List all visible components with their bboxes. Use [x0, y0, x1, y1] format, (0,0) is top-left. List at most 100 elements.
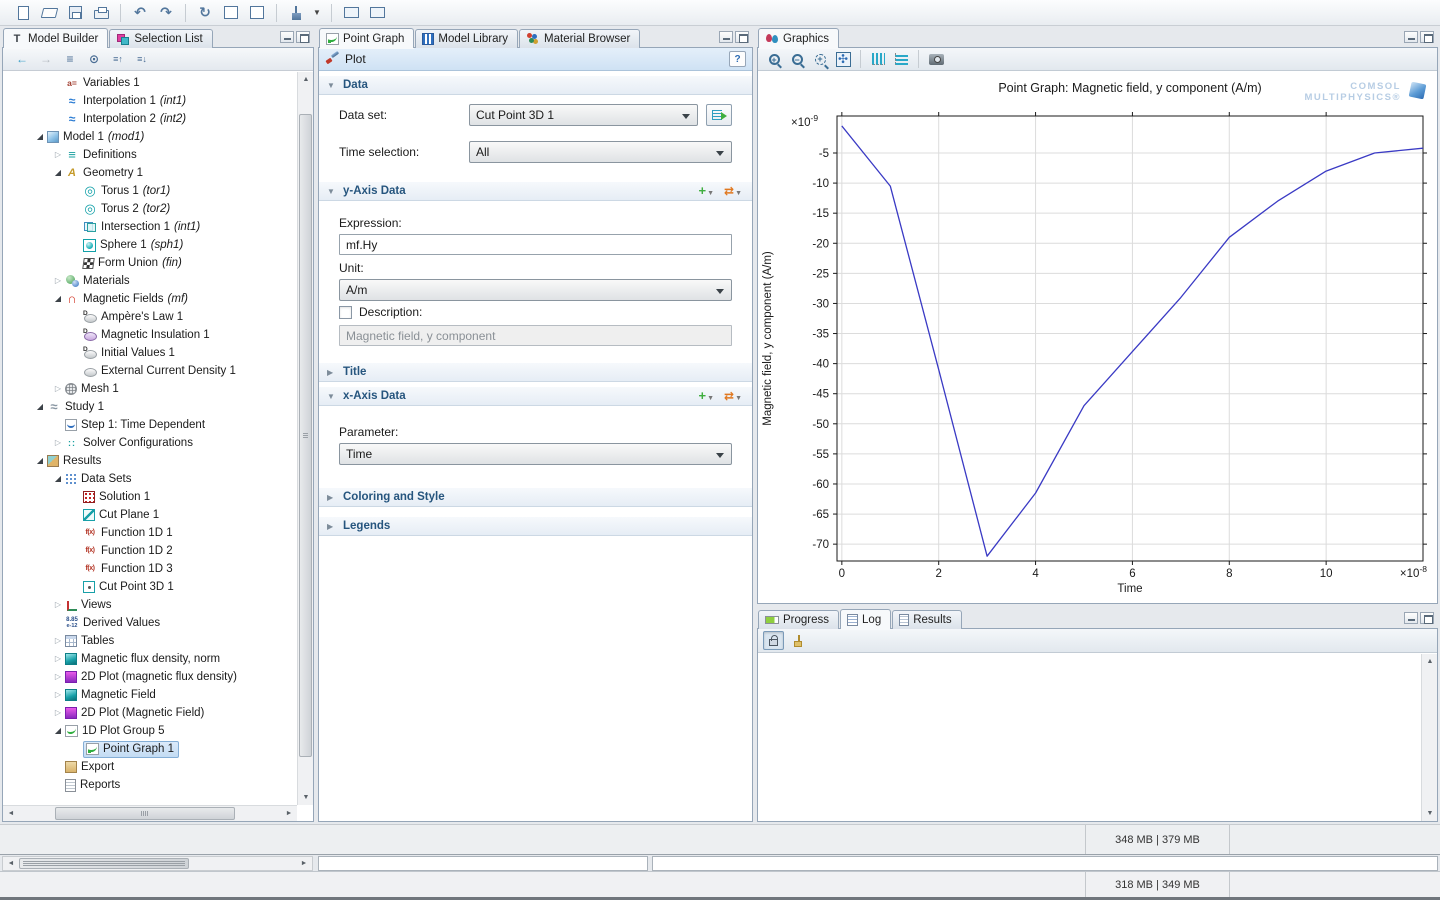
section-title-collapsed[interactable]: ▶ Title: [319, 362, 752, 382]
expand-icon[interactable]: ▷: [51, 632, 65, 650]
tree-item-geometry-1[interactable]: ◢Geometry 1: [3, 164, 297, 182]
external-1-button[interactable]: [340, 2, 362, 24]
tree-item-export[interactable]: Export: [3, 758, 297, 776]
zoom-extents-icon[interactable]: ✣: [833, 49, 853, 69]
tree-item-derived-values[interactable]: Derived Values: [3, 614, 297, 632]
back-icon[interactable]: ←: [11, 49, 33, 69]
tab-selection-list[interactable]: Selection List: [109, 29, 212, 48]
expand-icon[interactable]: ▷: [51, 650, 65, 668]
section-data[interactable]: ▼ Data: [319, 75, 752, 95]
log-output[interactable]: [758, 654, 1421, 821]
tree-item-materials[interactable]: ▷Materials: [3, 272, 297, 290]
add-expression-icon[interactable]: +▼: [698, 389, 714, 403]
expand-icon[interactable]: ▷: [51, 686, 65, 704]
save-button[interactable]: [64, 2, 86, 24]
tree-item-cut-point-3d-1[interactable]: Cut Point 3D 1: [3, 578, 297, 596]
tab-graphics[interactable]: Graphics: [758, 28, 839, 48]
tab-results[interactable]: Results: [892, 610, 961, 629]
tree-item-model-1[interactable]: ◢Model 1(mod1): [3, 128, 297, 146]
collapse-icon[interactable]: ◢: [51, 722, 65, 740]
collapse-icon[interactable]: ◢: [51, 290, 65, 308]
tree-item-intersection-1[interactable]: Intersection 1(int1): [3, 218, 297, 236]
clear-caret-button[interactable]: ▼: [311, 2, 323, 24]
tree-item-magnetic-insulation-1[interactable]: Magnetic Insulation 1: [3, 326, 297, 344]
redo-button[interactable]: [155, 2, 177, 24]
section-y-axis-data[interactable]: ▼ y-Axis Data +▼ ⇄▼: [319, 181, 752, 201]
tree-item-function-1d-3[interactable]: Function 1D 3: [3, 560, 297, 578]
documentation-button[interactable]: [246, 2, 268, 24]
undo-button[interactable]: [129, 2, 151, 24]
tree-item-initial-values-1[interactable]: Initial Values 1: [3, 344, 297, 362]
new-file-button[interactable]: [12, 2, 34, 24]
scroll-down-icon[interactable]: ▼: [298, 790, 314, 805]
clear-button[interactable]: [285, 2, 307, 24]
add-expression-icon[interactable]: +▼: [698, 184, 714, 198]
tree-item-external-current-density-1[interactable]: External Current Density 1: [3, 362, 297, 380]
tree-item-function-1d-2[interactable]: Function 1D 2: [3, 542, 297, 560]
expand-icon[interactable]: ▷: [51, 380, 65, 398]
external-2-button[interactable]: [366, 2, 388, 24]
collapse-icon[interactable]: ◢: [33, 128, 47, 146]
maximize-icon[interactable]: [735, 31, 749, 43]
tree-item-views[interactable]: ▷Views: [3, 596, 297, 614]
collapse-all-icon[interactable]: ≡: [59, 49, 81, 69]
print-button[interactable]: [90, 2, 112, 24]
collapse-icon[interactable]: ◢: [33, 452, 47, 470]
section-coloring-and-style[interactable]: ▶ Coloring and Style: [319, 487, 752, 507]
tree-item-tables[interactable]: ▷Tables: [3, 632, 297, 650]
tree-item-form-union[interactable]: Form Union(fin): [3, 254, 297, 272]
collapse-icon[interactable]: ◢: [51, 164, 65, 182]
tree-item-torus-1[interactable]: Torus 1(tor1): [3, 182, 297, 200]
tree-item-interpolation-1[interactable]: Interpolation 1(int1): [3, 92, 297, 110]
tab-progress[interactable]: Progress: [758, 610, 839, 629]
tree-item-1d-plot-group-5[interactable]: ◢1D Plot Group 5: [3, 722, 297, 740]
tree-vertical-scrollbar[interactable]: ▲ ▼: [297, 72, 313, 805]
collapse-icon[interactable]: ◢: [33, 398, 47, 416]
tree-item-interpolation-2[interactable]: Interpolation 2(int2): [3, 110, 297, 128]
tab-model-builder[interactable]: Model Builder: [3, 28, 108, 48]
parameter-select[interactable]: Time: [339, 443, 732, 465]
background-horizontal-scrollbar[interactable]: ◄ ►: [2, 856, 313, 871]
dataset-select[interactable]: Cut Point 3D 1: [469, 104, 698, 126]
tree-item-point-graph-1[interactable]: Point Graph 1: [3, 740, 297, 758]
show-icon[interactable]: ⊙: [83, 49, 105, 69]
expand-icon[interactable]: ▷: [51, 704, 65, 722]
tab-point-graph[interactable]: Point Graph: [319, 28, 414, 48]
zoom-in-icon[interactable]: +: [764, 49, 784, 69]
scroll-up-icon[interactable]: ▲: [298, 72, 314, 87]
tree-item-solution-1[interactable]: Solution 1: [3, 488, 297, 506]
tree-horizontal-scrollbar[interactable]: ◄ ►: [3, 805, 297, 821]
tree-item-variables-1[interactable]: Variables 1: [3, 74, 297, 92]
zoom-out-icon[interactable]: −: [787, 49, 807, 69]
update-button[interactable]: [194, 2, 216, 24]
expression-input[interactable]: mf.Hy: [339, 234, 732, 255]
help-icon[interactable]: ?: [729, 51, 746, 67]
scroll-left-icon[interactable]: ◄: [3, 857, 19, 870]
time-selection-select[interactable]: All: [469, 141, 732, 163]
tree-item-magnetic-field[interactable]: ▷Magnetic Field: [3, 686, 297, 704]
unit-select[interactable]: A/m: [339, 279, 732, 301]
scroll-left-icon[interactable]: ◄: [3, 806, 19, 821]
tree-item-2d-plot-magnetic-flux-density[interactable]: ▷2D Plot (magnetic flux density): [3, 668, 297, 686]
replace-expression-icon[interactable]: ⇄▼: [724, 390, 742, 403]
zoom-box-icon[interactable]: +: [810, 49, 830, 69]
tree-item-2d-plot-magnetic-field[interactable]: ▷2D Plot (Magnetic Field): [3, 704, 297, 722]
tree-item-cut-plane-1[interactable]: Cut Plane 1: [3, 506, 297, 524]
section-x-axis-data[interactable]: ▼ x-Axis Data +▼ ⇄▼: [319, 386, 752, 406]
scroll-right-icon[interactable]: ►: [296, 857, 312, 870]
expand-icon[interactable]: ▷: [51, 596, 65, 614]
minimize-icon[interactable]: [1404, 612, 1418, 624]
tree-item-amp-re-s-law-1[interactable]: Ampère's Law 1: [3, 308, 297, 326]
tree-item-function-1d-1[interactable]: Function 1D 1: [3, 524, 297, 542]
y-axis-grid-icon[interactable]: [891, 49, 911, 69]
scrollbar-thumb[interactable]: [299, 114, 312, 757]
maximize-icon[interactable]: [1420, 612, 1434, 624]
forward-icon[interactable]: →: [35, 49, 57, 69]
tree-item-step-1-time-dependent[interactable]: Step 1: Time Dependent: [3, 416, 297, 434]
open-file-button[interactable]: [38, 2, 60, 24]
move-down-icon[interactable]: ≡↓: [131, 49, 153, 69]
move-up-icon[interactable]: ≡↑: [107, 49, 129, 69]
tree-item-magnetic-fields[interactable]: ◢Magnetic Fields(mf): [3, 290, 297, 308]
minimize-icon[interactable]: [280, 31, 294, 43]
tab-material-browser[interactable]: Material Browser: [519, 29, 640, 48]
